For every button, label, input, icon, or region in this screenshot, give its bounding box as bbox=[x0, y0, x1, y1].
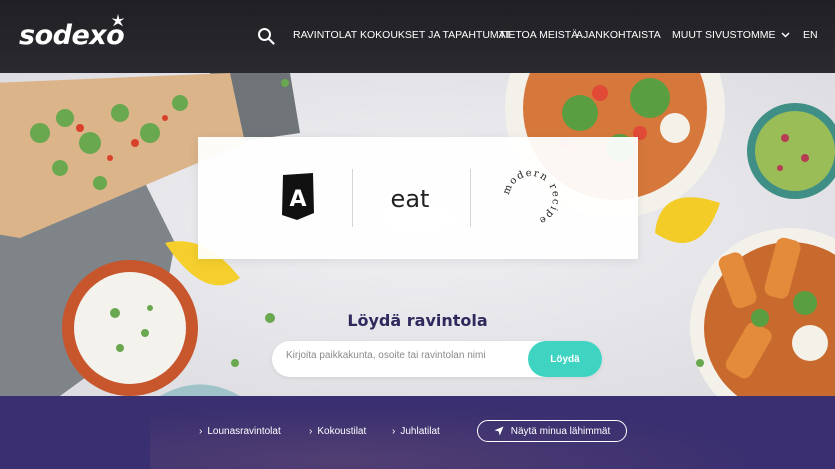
link-label: Kokoustilat bbox=[317, 426, 367, 437]
brand-eat-text: eat bbox=[391, 185, 430, 213]
search-icon[interactable] bbox=[257, 27, 275, 45]
more-sites-label: MUUT SIVUSTOMME bbox=[672, 29, 776, 41]
brand-modern-recipe-logo[interactable]: modern recipe bbox=[500, 167, 562, 229]
sodexo-logo[interactable]: sodexo bbox=[19, 20, 125, 51]
language-switch[interactable]: EN bbox=[803, 29, 818, 41]
link-label: Lounasravintolat bbox=[207, 426, 281, 437]
brand-logos-card: A eat modern recipe bbox=[198, 137, 638, 259]
show-nearest-button[interactable]: Näytä minua lähimmät bbox=[477, 420, 627, 442]
location-arrow-icon bbox=[494, 426, 504, 436]
quick-links-bar: › Lounasravintolat › Kokoustilat › Juhlatil… bbox=[0, 396, 835, 469]
svg-text:modern recipe: modern recipe bbox=[501, 168, 561, 227]
brand-a-logo[interactable]: A bbox=[280, 173, 316, 221]
restaurant-search-form: Löydä bbox=[272, 341, 602, 377]
link-juhlatilat[interactable]: › Juhlatilat bbox=[392, 426, 440, 437]
link-kokoustilat[interactable]: › Kokoustilat bbox=[309, 426, 366, 437]
link-lounasravintolat[interactable]: › Lounasravintolat bbox=[199, 426, 281, 437]
nav-item-ajankohtaista[interactable]: AJANKOHTAISTA bbox=[576, 29, 661, 41]
chevron-right-icon: › bbox=[392, 426, 396, 437]
hero-section: A eat modern recipe Löydä ravintola Löyd… bbox=[0, 73, 835, 396]
brand-divider bbox=[470, 169, 471, 227]
site-header: sodexo RAVINTOLAT KOKOUKSET JA TAPAHTUMA… bbox=[0, 0, 835, 73]
nav-item-kokoukset[interactable]: KOKOUKSET JA TAPAHTUMAT bbox=[360, 29, 511, 41]
more-sites-menu[interactable]: MUUT SIVUSTOMME bbox=[672, 29, 790, 41]
find-restaurant-title: Löydä ravintola bbox=[347, 311, 488, 330]
star-icon bbox=[111, 14, 125, 27]
nav-item-tietoa[interactable]: TIETOA MEISTÄ bbox=[499, 29, 578, 41]
brand-modern-recipe-text: modern recipe bbox=[501, 168, 560, 227]
brand-eat-logo[interactable]: eat bbox=[384, 183, 436, 215]
find-button[interactable]: Löydä bbox=[528, 341, 602, 377]
restaurant-search-input[interactable] bbox=[286, 350, 516, 361]
link-label: Juhlatilat bbox=[400, 426, 440, 437]
brand-a-letter: A bbox=[289, 187, 306, 212]
chevron-down-icon bbox=[781, 32, 790, 38]
brand-divider bbox=[352, 169, 353, 227]
chevron-right-icon: › bbox=[309, 426, 313, 437]
nav-item-ravintolat[interactable]: RAVINTOLAT bbox=[293, 29, 357, 41]
chevron-right-icon: › bbox=[199, 426, 203, 437]
show-nearest-label: Näytä minua lähimmät bbox=[510, 425, 611, 437]
